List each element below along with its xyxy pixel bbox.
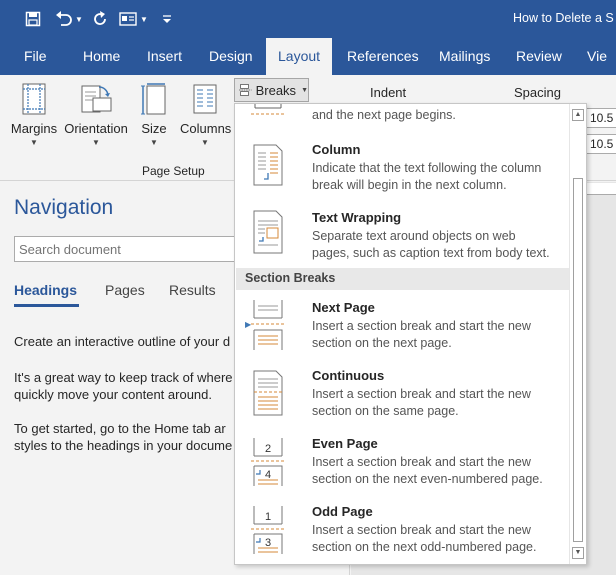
margins-button[interactable]: Margins ▼ (10, 83, 58, 147)
menu-item-title: Odd Page (312, 504, 373, 519)
even-page-number: 2 (265, 443, 271, 455)
menu-item-desc: Separate text around objects on web (312, 229, 516, 243)
size-button[interactable]: Size ▼ (139, 83, 169, 147)
size-label: Size (141, 121, 167, 136)
orientation-button[interactable]: Orientation ▼ (63, 83, 129, 147)
chevron-down-icon: ▼ (30, 138, 38, 147)
columns-icon (193, 84, 217, 114)
redo-icon[interactable] (90, 8, 110, 30)
menu-item-desc: section on the same page. (312, 404, 459, 418)
breaks-button[interactable]: Breaks ▼ (234, 78, 309, 102)
menu-item-desc: Insert a section break and start the new (312, 387, 531, 401)
undo-icon[interactable] (54, 8, 74, 30)
orientation-icon (81, 85, 112, 113)
even-page-number: 4 (265, 469, 271, 481)
menu-item-desc: Insert a section break and start the new (312, 455, 531, 469)
chevron-down-icon: ▼ (201, 138, 209, 147)
text-wrapping-break-icon (253, 210, 283, 254)
tab-design[interactable]: Design (209, 38, 253, 75)
column-break-icon (253, 144, 283, 186)
odd-page-break-icon: 13 (251, 506, 285, 554)
menu-item-text-wrapping[interactable]: Text Wrapping Separate text around objec… (235, 206, 570, 268)
indent-label: Indent (370, 85, 407, 100)
breaks-icon (239, 84, 252, 96)
word-window: ▼ ▼ How to Delete a S File Home Insert D… (0, 0, 616, 575)
tab-review[interactable]: Review (516, 38, 562, 75)
menu-item-next-page[interactable]: ▶ Next Page Insert a section break and s… (235, 292, 570, 360)
save-icon[interactable] (22, 8, 44, 30)
menu-item-desc: section on the next odd-numbered page. (312, 540, 537, 554)
chevron-down-icon: ▼ (150, 138, 158, 147)
dropdown-scrollbar[interactable]: ▲ ▼ (569, 104, 586, 564)
spacing-after-spinner[interactable]: 10.5 (586, 134, 616, 154)
tab-layout[interactable]: Layout (266, 38, 333, 75)
tab-pages[interactable]: Pages (105, 282, 145, 298)
spacing-before-spinner[interactable]: 10.5 (586, 108, 616, 128)
document-title: How to Delete a S (513, 11, 614, 25)
section-breaks-header: Section Breaks (236, 268, 570, 290)
tab-headings[interactable]: Headings (14, 282, 77, 298)
margins-icon (22, 83, 46, 115)
menu-item-title: Next Page (312, 300, 375, 315)
menu-item-title: Continuous (312, 368, 385, 383)
tab-mailings[interactable]: Mailings (439, 38, 490, 75)
columns-button[interactable]: Columns ▼ (180, 83, 232, 147)
title-bar: ▼ ▼ How to Delete a S (0, 0, 616, 38)
page-setup-group-label: Page Setup (142, 164, 205, 178)
menu-item-desc: pages, such as caption text from body te… (312, 246, 550, 260)
odd-page-number: 1 (265, 511, 271, 523)
margins-label: Margins (10, 121, 58, 136)
tab-home[interactable]: Home (83, 38, 120, 75)
menu-item-title: Text Wrapping (312, 210, 402, 225)
menu-item-desc: section on the next page. (312, 336, 452, 350)
menu-item-continuous[interactable]: Continuous Insert a section break and st… (235, 360, 570, 428)
menu-item-desc: section on the next even-numbered page. (312, 472, 543, 486)
tab-references[interactable]: References (347, 38, 419, 75)
customize-qat-icon[interactable] (160, 8, 174, 30)
tab-file[interactable]: File (24, 38, 47, 75)
orientation-label: Orientation (64, 121, 128, 136)
menu-item-desc: break will begin in the next column. (312, 178, 507, 192)
menu-item-desc: Insert a section break and start the new (312, 523, 531, 537)
breaks-dropdown-menu: and the next page begins. Column Indicat… (234, 103, 587, 565)
scroll-up-icon[interactable]: ▲ (572, 109, 584, 121)
menu-item-desc: Indicate that the text following the col… (312, 161, 542, 175)
touch-mode-icon[interactable] (118, 8, 138, 30)
menu-item-title: Even Page (312, 436, 378, 451)
scrollbar-thumb[interactable] (573, 178, 583, 542)
columns-label: Columns (180, 121, 232, 136)
active-tab-indicator (14, 304, 79, 307)
undo-dropdown-icon[interactable]: ▼ (75, 8, 83, 30)
menu-item-odd-page[interactable]: 13 Odd Page Insert a section break and s… (235, 496, 570, 564)
size-icon (141, 83, 166, 115)
menu-item-even-page[interactable]: 24 Even Page Insert a section break and … (235, 428, 570, 496)
menu-item-column[interactable]: Column Indicate that the text following … (235, 138, 570, 206)
menu-item-desc: Insert a section break and start the new (312, 319, 531, 333)
ribbon-tabs: File Home Insert Design Layout Reference… (0, 38, 616, 75)
menu-item-title: Column (312, 142, 361, 157)
next-page-break-icon (251, 300, 285, 350)
breaks-label: Breaks (255, 82, 297, 98)
navigation-title: Navigation (14, 196, 114, 219)
even-page-break-icon: 24 (251, 438, 285, 486)
scroll-down-icon[interactable]: ▼ (572, 547, 584, 559)
spacing-label: Spacing (514, 85, 561, 100)
page-break-icon (251, 104, 285, 115)
chevron-down-icon: ▼ (92, 138, 100, 147)
menu-item-page[interactable]: and the next page begins. (235, 104, 570, 138)
tab-insert[interactable]: Insert (147, 38, 182, 75)
chevron-down-icon: ▼ (301, 86, 308, 94)
tab-view[interactable]: Vie (587, 38, 607, 75)
touch-mode-dropdown-icon[interactable]: ▼ (140, 8, 148, 30)
tab-results[interactable]: Results (169, 282, 216, 298)
continuous-break-icon (253, 370, 283, 416)
odd-page-number: 3 (265, 537, 271, 549)
menu-item-desc: and the next page begins. (312, 108, 456, 122)
